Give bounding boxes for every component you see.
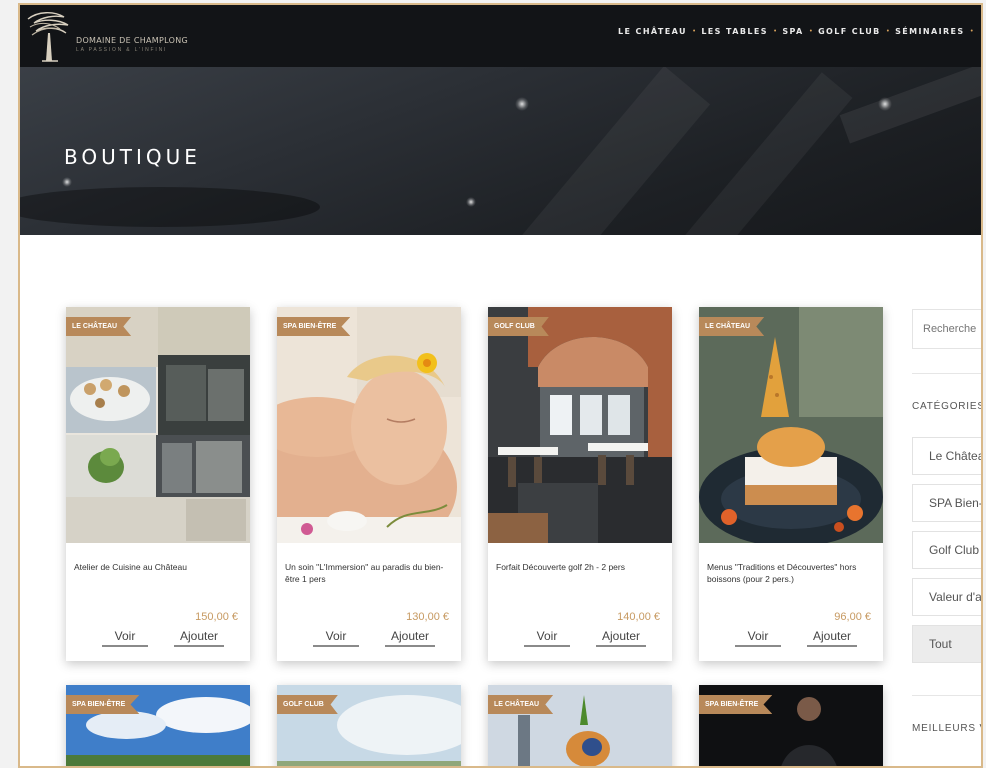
page-title: BOUTIQUE xyxy=(64,145,201,169)
product-price: 150,00 € xyxy=(195,611,238,623)
ceiling-beam xyxy=(20,187,320,227)
ceiling-light xyxy=(515,97,529,111)
category-badge: GOLF CLUB xyxy=(488,317,549,336)
category-badge: LE CHÂTEAU xyxy=(66,317,132,336)
golf-restaurant-image xyxy=(488,307,672,543)
ceiling-beam xyxy=(839,67,981,144)
product-card: SPA BIEN-ÊTRE xyxy=(699,685,883,766)
product-card: SPA BIEN-ÊTRE Un soin "L'Immersion" au p… xyxy=(277,307,461,661)
product-image[interactable]: LE CHÂTEAU xyxy=(488,685,672,766)
product-card: GOLF CLUB Forfait Découverte golf 2h - 2… xyxy=(488,307,672,661)
nav-golf-club[interactable]: GOLF CLUB xyxy=(814,27,885,36)
product-name[interactable]: Forfait Découverte golf 2h - 2 pers xyxy=(496,561,666,573)
category-badge: SPA BIEN-ÊTRE xyxy=(699,695,773,714)
page-frame: DOMAINE DE CHAMPLONG LA PASSION & L'INFI… xyxy=(18,3,983,768)
product-image[interactable]: LE CHÂTEAU xyxy=(699,307,883,543)
product-image[interactable]: SPA BIEN-ÊTRE xyxy=(66,685,250,766)
add-to-cart-button[interactable]: Ajouter xyxy=(807,629,857,647)
category-badge: GOLF CLUB xyxy=(277,695,338,714)
product-image[interactable]: GOLF CLUB xyxy=(277,685,461,766)
logo-name: DOMAINE DE CHAMPLONG xyxy=(76,36,188,45)
product-card: LE CHÂTEAU Atelier de Cuisine au Château… xyxy=(66,307,250,661)
search-input[interactable] xyxy=(913,310,981,348)
view-button[interactable]: Voir xyxy=(102,629,148,647)
categories-heading: CATÉGORIES xyxy=(912,401,983,412)
product-name[interactable]: Menus "Traditions et Découvertes" hors b… xyxy=(707,561,877,585)
add-to-cart-button[interactable]: Ajouter xyxy=(174,629,224,647)
ceiling-beam xyxy=(509,67,711,235)
nav-le-chateau[interactable]: LE CHÂTEAU xyxy=(614,27,691,36)
dessert-image xyxy=(699,307,883,543)
product-name[interactable]: Un soin "L'Immersion" au paradis du bien… xyxy=(285,561,455,585)
logo-tagline: LA PASSION & L'INFINI xyxy=(76,47,168,53)
main-nav: LE CHÂTEAU • LES TABLES • SPA • GOLF CLU… xyxy=(614,27,975,36)
category-valeur-achat[interactable]: Valeur d'achat xyxy=(912,578,981,616)
nav-seminaires[interactable]: SÉMINAIRES xyxy=(891,27,968,36)
ceiling-light xyxy=(62,177,72,187)
product-image[interactable]: GOLF CLUB xyxy=(488,307,672,543)
product-card: SPA BIEN-ÊTRE xyxy=(66,685,250,766)
nav-separator: • xyxy=(970,28,973,35)
ceiling-light xyxy=(878,97,892,111)
product-image[interactable]: SPA BIEN-ÊTRE xyxy=(277,307,461,543)
nav-spa[interactable]: SPA xyxy=(778,27,807,36)
product-image[interactable]: LE CHÂTEAU xyxy=(66,307,250,543)
product-card: GOLF CLUB xyxy=(277,685,461,766)
divider xyxy=(912,373,981,374)
hero-banner: BOUTIQUE xyxy=(20,67,981,235)
tree-logo-icon xyxy=(27,12,69,62)
search-box xyxy=(912,309,981,349)
add-to-cart-button[interactable]: Ajouter xyxy=(596,629,646,647)
product-image[interactable]: SPA BIEN-ÊTRE xyxy=(699,685,883,766)
spa-massage-image xyxy=(277,307,461,543)
ceiling-light xyxy=(466,197,476,207)
category-le-chateau[interactable]: Le Château xyxy=(912,437,981,475)
category-badge: SPA BIEN-ÊTRE xyxy=(277,317,351,336)
category-golf-club[interactable]: Golf Club xyxy=(912,531,981,569)
category-badge: SPA BIEN-ÊTRE xyxy=(66,695,140,714)
product-name[interactable]: Atelier de Cuisine au Château xyxy=(74,561,244,573)
cooking-workshop-image xyxy=(66,307,250,543)
view-button[interactable]: Voir xyxy=(313,629,359,647)
view-button[interactable]: Voir xyxy=(524,629,570,647)
product-price: 140,00 € xyxy=(617,611,660,623)
site-logo[interactable]: DOMAINE DE CHAMPLONG LA PASSION & L'INFI… xyxy=(24,9,214,67)
category-spa-bien-etre[interactable]: SPA Bien-Être xyxy=(912,484,981,522)
product-price: 130,00 € xyxy=(406,611,449,623)
add-to-cart-button[interactable]: Ajouter xyxy=(385,629,435,647)
site-header: DOMAINE DE CHAMPLONG LA PASSION & L'INFI… xyxy=(20,5,981,67)
category-badge: LE CHÂTEAU xyxy=(699,317,765,336)
product-price: 96,00 € xyxy=(834,611,871,623)
category-tout[interactable]: Tout xyxy=(912,625,981,663)
best-sellers-heading: MEILLEURS VENTES xyxy=(912,723,981,734)
category-badge: LE CHÂTEAU xyxy=(488,695,554,714)
product-card: LE CHÂTEAU Menus "Traditions et Découver… xyxy=(699,307,883,661)
divider xyxy=(912,695,981,696)
product-card: LE CHÂTEAU xyxy=(488,685,672,766)
nav-les-tables[interactable]: LES TABLES xyxy=(697,27,772,36)
view-button[interactable]: Voir xyxy=(735,629,781,647)
